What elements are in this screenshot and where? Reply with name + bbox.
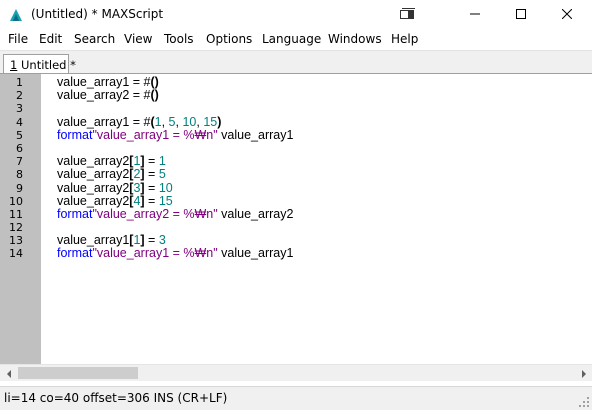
code-token: ()	[150, 75, 159, 89]
scroll-right-icon	[581, 367, 587, 381]
status-text: li=14 co=40 offset=306 INS (CR+LF)	[4, 391, 228, 405]
code-token: value_array2	[57, 180, 130, 195]
maximize-icon	[516, 8, 526, 22]
line-number: 8	[16, 168, 23, 182]
menu-tools[interactable]: Tools	[164, 32, 194, 46]
code-token: value_array1 = #	[57, 75, 151, 89]
scroll-left-icon	[6, 367, 12, 381]
code-token: 10	[182, 114, 197, 129]
menu-view[interactable]: View	[124, 32, 152, 46]
menu-bar: File Edit Search View Tools Options Lang…	[0, 30, 592, 50]
code-token: "value_array2 = %₩n"	[92, 206, 218, 221]
tab-label: Untitled *	[17, 58, 76, 72]
code-token: ()	[150, 88, 159, 103]
code-token: "value_array1 = %₩n"	[92, 246, 218, 261]
line-number: 2	[16, 89, 23, 103]
panel-toggle-button[interactable]	[385, 0, 431, 30]
code-token: value_array2	[57, 154, 130, 169]
line-number: 10	[9, 194, 23, 208]
code-token: value_array1 = #	[57, 114, 151, 129]
code-token: =	[144, 180, 159, 195]
code-token: =	[144, 233, 159, 248]
code-token: 10	[158, 180, 173, 195]
code-token: =	[144, 154, 159, 169]
maxscript-app-icon[interactable]	[8, 7, 24, 23]
horizontal-scroll-thumb[interactable]	[18, 367, 138, 379]
horizontal-scrollbar[interactable]	[0, 364, 592, 381]
code-text: format"value_array1 = %₩n" value_array1	[57, 247, 293, 260]
panel-toggle-icon	[400, 7, 416, 23]
code-token: format	[57, 246, 93, 261]
line-number: 9	[16, 181, 23, 195]
line-number: 1	[16, 76, 23, 89]
line-number: 7	[16, 155, 23, 169]
code-token: )	[217, 114, 222, 129]
status-bar: li=14 co=40 offset=306 INS (CR+LF)	[0, 386, 592, 410]
code-token: value_array1	[217, 127, 294, 142]
code-token: 1	[158, 154, 166, 169]
code-text: format"value_array2 = %₩n" value_array2	[57, 206, 294, 221]
minimize-icon	[470, 8, 480, 22]
menu-options[interactable]: Options	[206, 32, 252, 46]
menu-windows[interactable]: Windows	[328, 32, 382, 46]
code-token: ,	[161, 114, 169, 129]
menu-help[interactable]: Help	[391, 32, 418, 46]
line-number: 14	[9, 247, 23, 261]
resize-grip-icon[interactable]	[578, 396, 590, 408]
code-token: 5	[168, 114, 176, 129]
code-token: 15	[158, 193, 173, 208]
window-title: (Untitled) * MAXScript	[31, 7, 164, 21]
code-token: value_array1	[57, 233, 130, 248]
line-number: 4	[16, 115, 23, 129]
line-number: 12	[9, 221, 23, 235]
tab-untitled[interactable]: 1 Untitled *	[3, 54, 76, 75]
code-token: value_array2	[217, 206, 294, 221]
scroll-right-button[interactable]	[575, 365, 592, 382]
minimize-button[interactable]	[452, 0, 498, 30]
code-token: 15	[203, 114, 218, 129]
code-token: 5	[158, 167, 166, 182]
code-token: value_array1	[217, 246, 294, 261]
code-token: value_array2 = #	[57, 88, 151, 103]
code-line[interactable]: 11 format"value_array2 = %₩n" value_array…	[0, 206, 592, 221]
code-editor[interactable]: 1 value_array1 = #() 2 value_array2 = #() 3 4…	[0, 74, 592, 364]
code-token: =	[144, 167, 159, 182]
line-number: 13	[9, 234, 23, 248]
code-lines: 1 value_array1 = #() 2 value_array2 = #() 3 4…	[0, 75, 592, 261]
scroll-left-button[interactable]	[0, 365, 17, 382]
code-token: value_array2	[57, 167, 130, 182]
menu-language[interactable]: Language	[262, 32, 321, 46]
code-token: "value_array1 = %₩n"	[92, 127, 218, 142]
title-bar: (Untitled) * MAXScript	[0, 0, 592, 30]
code-token: 1	[154, 114, 162, 129]
line-number: 11	[9, 207, 23, 221]
code-token: 3	[158, 233, 166, 248]
close-button[interactable]	[544, 0, 590, 30]
code-token: =	[144, 193, 159, 208]
line-number: 3	[16, 102, 23, 116]
code-text: format"value_array1 = %₩n" value_array1	[57, 127, 294, 142]
line-number: 5	[16, 128, 23, 142]
code-line[interactable]: 2 value_array2 = #()	[0, 89, 592, 103]
code-token: format	[57, 206, 93, 221]
close-icon	[561, 8, 573, 22]
code-token: value_array2	[57, 193, 130, 208]
code-text: value_array2 = #()	[57, 89, 159, 102]
menu-search[interactable]: Search	[74, 32, 115, 46]
menu-edit[interactable]: Edit	[39, 32, 62, 46]
menu-file[interactable]: File	[8, 32, 28, 46]
code-token: format	[57, 127, 93, 142]
line-number: 6	[16, 141, 23, 155]
maximize-button[interactable]	[498, 0, 544, 30]
tab-strip: 1 Untitled *	[0, 50, 592, 75]
code-line[interactable]: 14 format"value_array1 = %₩n" value_array…	[0, 247, 592, 261]
code-line[interactable]: 5 format"value_array1 = %₩n" value_array1	[0, 127, 592, 142]
